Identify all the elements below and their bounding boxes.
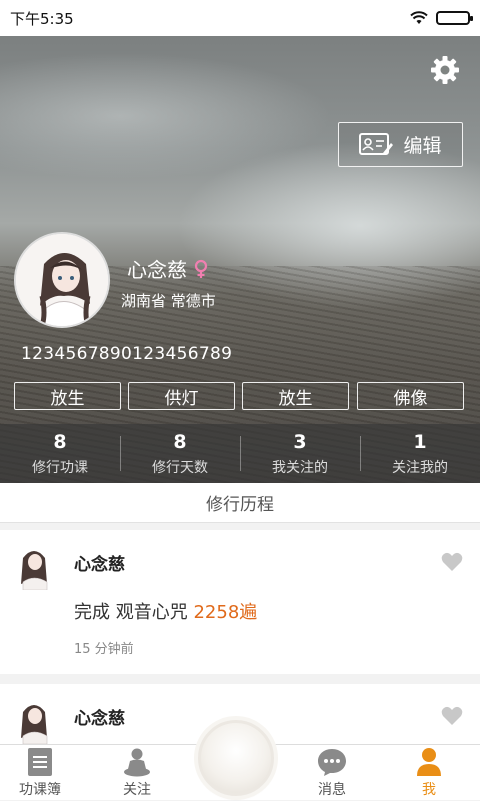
status-icons — [410, 11, 473, 25]
tag-button[interactable]: 供灯 — [128, 382, 235, 410]
id-card-icon — [359, 132, 394, 155]
person-icon — [417, 748, 441, 776]
stat-practice-courses[interactable]: 8 修行功课 — [0, 424, 120, 483]
female-icon — [194, 259, 208, 278]
stat-label: 修行天数 — [152, 459, 208, 476]
feed-avatar[interactable] — [17, 544, 51, 590]
profile-name-row: 心念慈 — [127, 254, 209, 283]
stat-following[interactable]: 3 我关注的 — [240, 424, 360, 483]
tab-me[interactable]: 我 — [389, 745, 469, 801]
tag-button[interactable]: 放生 — [14, 382, 121, 410]
profile-uid: 1234567890123456789 — [21, 344, 233, 364]
edit-label: 编辑 — [403, 135, 442, 157]
avatar-illustration — [16, 234, 108, 326]
feed-user-name[interactable]: 心念慈 — [74, 704, 125, 729]
feed-content: 完成 观音心咒 2258遍 — [74, 598, 257, 624]
message-icon — [318, 749, 346, 776]
profile-header: 编辑 心念慈 湖南省 常德市 1234567890123456789 放生 供灯… — [0, 36, 480, 483]
gear-icon[interactable] — [429, 54, 461, 86]
avatar[interactable] — [14, 232, 110, 328]
feed-avatar[interactable] — [17, 698, 51, 744]
status-bar: 下午5:35 — [0, 0, 480, 36]
feed-content-text: 完成 观音心咒 — [74, 602, 188, 623]
stat-value: 1 — [413, 430, 427, 453]
stat-practice-days[interactable]: 8 修行天数 — [120, 424, 240, 483]
heart-icon[interactable] — [441, 552, 463, 572]
tab-practice-book[interactable]: 功课簿 — [0, 745, 80, 801]
tab-follow[interactable]: 关注 — [97, 745, 177, 801]
stat-label: 我关注的 — [272, 459, 328, 476]
stat-value: 8 — [53, 430, 67, 453]
edit-profile-button[interactable]: 编辑 — [338, 122, 463, 167]
feed-user-name[interactable]: 心念慈 — [74, 550, 125, 575]
tab-label: 我 — [422, 782, 436, 798]
feed-item[interactable]: 心念慈 完成 观音心咒 2258遍 15 分钟前 — [0, 530, 480, 674]
profile-location: 湖南省 常德市 — [121, 292, 216, 310]
stat-followers[interactable]: 1 关注我的 — [360, 424, 480, 483]
stat-value: 3 — [293, 430, 307, 453]
tag-button[interactable]: 佛像 — [357, 382, 464, 410]
book-icon — [28, 748, 52, 776]
stat-label: 修行功课 — [32, 459, 88, 476]
stats-bar: 8 修行功课 8 修行天数 3 我关注的 1 关注我的 — [0, 424, 480, 483]
center-action-button[interactable] — [198, 720, 274, 796]
tab-label: 消息 — [318, 782, 346, 798]
section-title: 修行历程 — [0, 483, 480, 523]
feed-count: 2258遍 — [193, 602, 258, 623]
wifi-icon — [410, 11, 428, 24]
tag-button[interactable]: 放生 — [242, 382, 349, 410]
feed-time: 15 分钟前 — [74, 642, 134, 657]
tab-label: 关注 — [123, 782, 151, 798]
battery-icon — [436, 11, 473, 25]
profile-name: 心念慈 — [127, 258, 187, 282]
heart-icon[interactable] — [441, 706, 463, 726]
stat-label: 关注我的 — [392, 459, 448, 476]
stat-value: 8 — [173, 430, 187, 453]
tab-label: 功课簿 — [19, 782, 61, 798]
status-time: 下午5:35 — [10, 9, 74, 28]
meditation-icon — [124, 748, 150, 777]
tab-messages[interactable]: 消息 — [292, 745, 372, 801]
